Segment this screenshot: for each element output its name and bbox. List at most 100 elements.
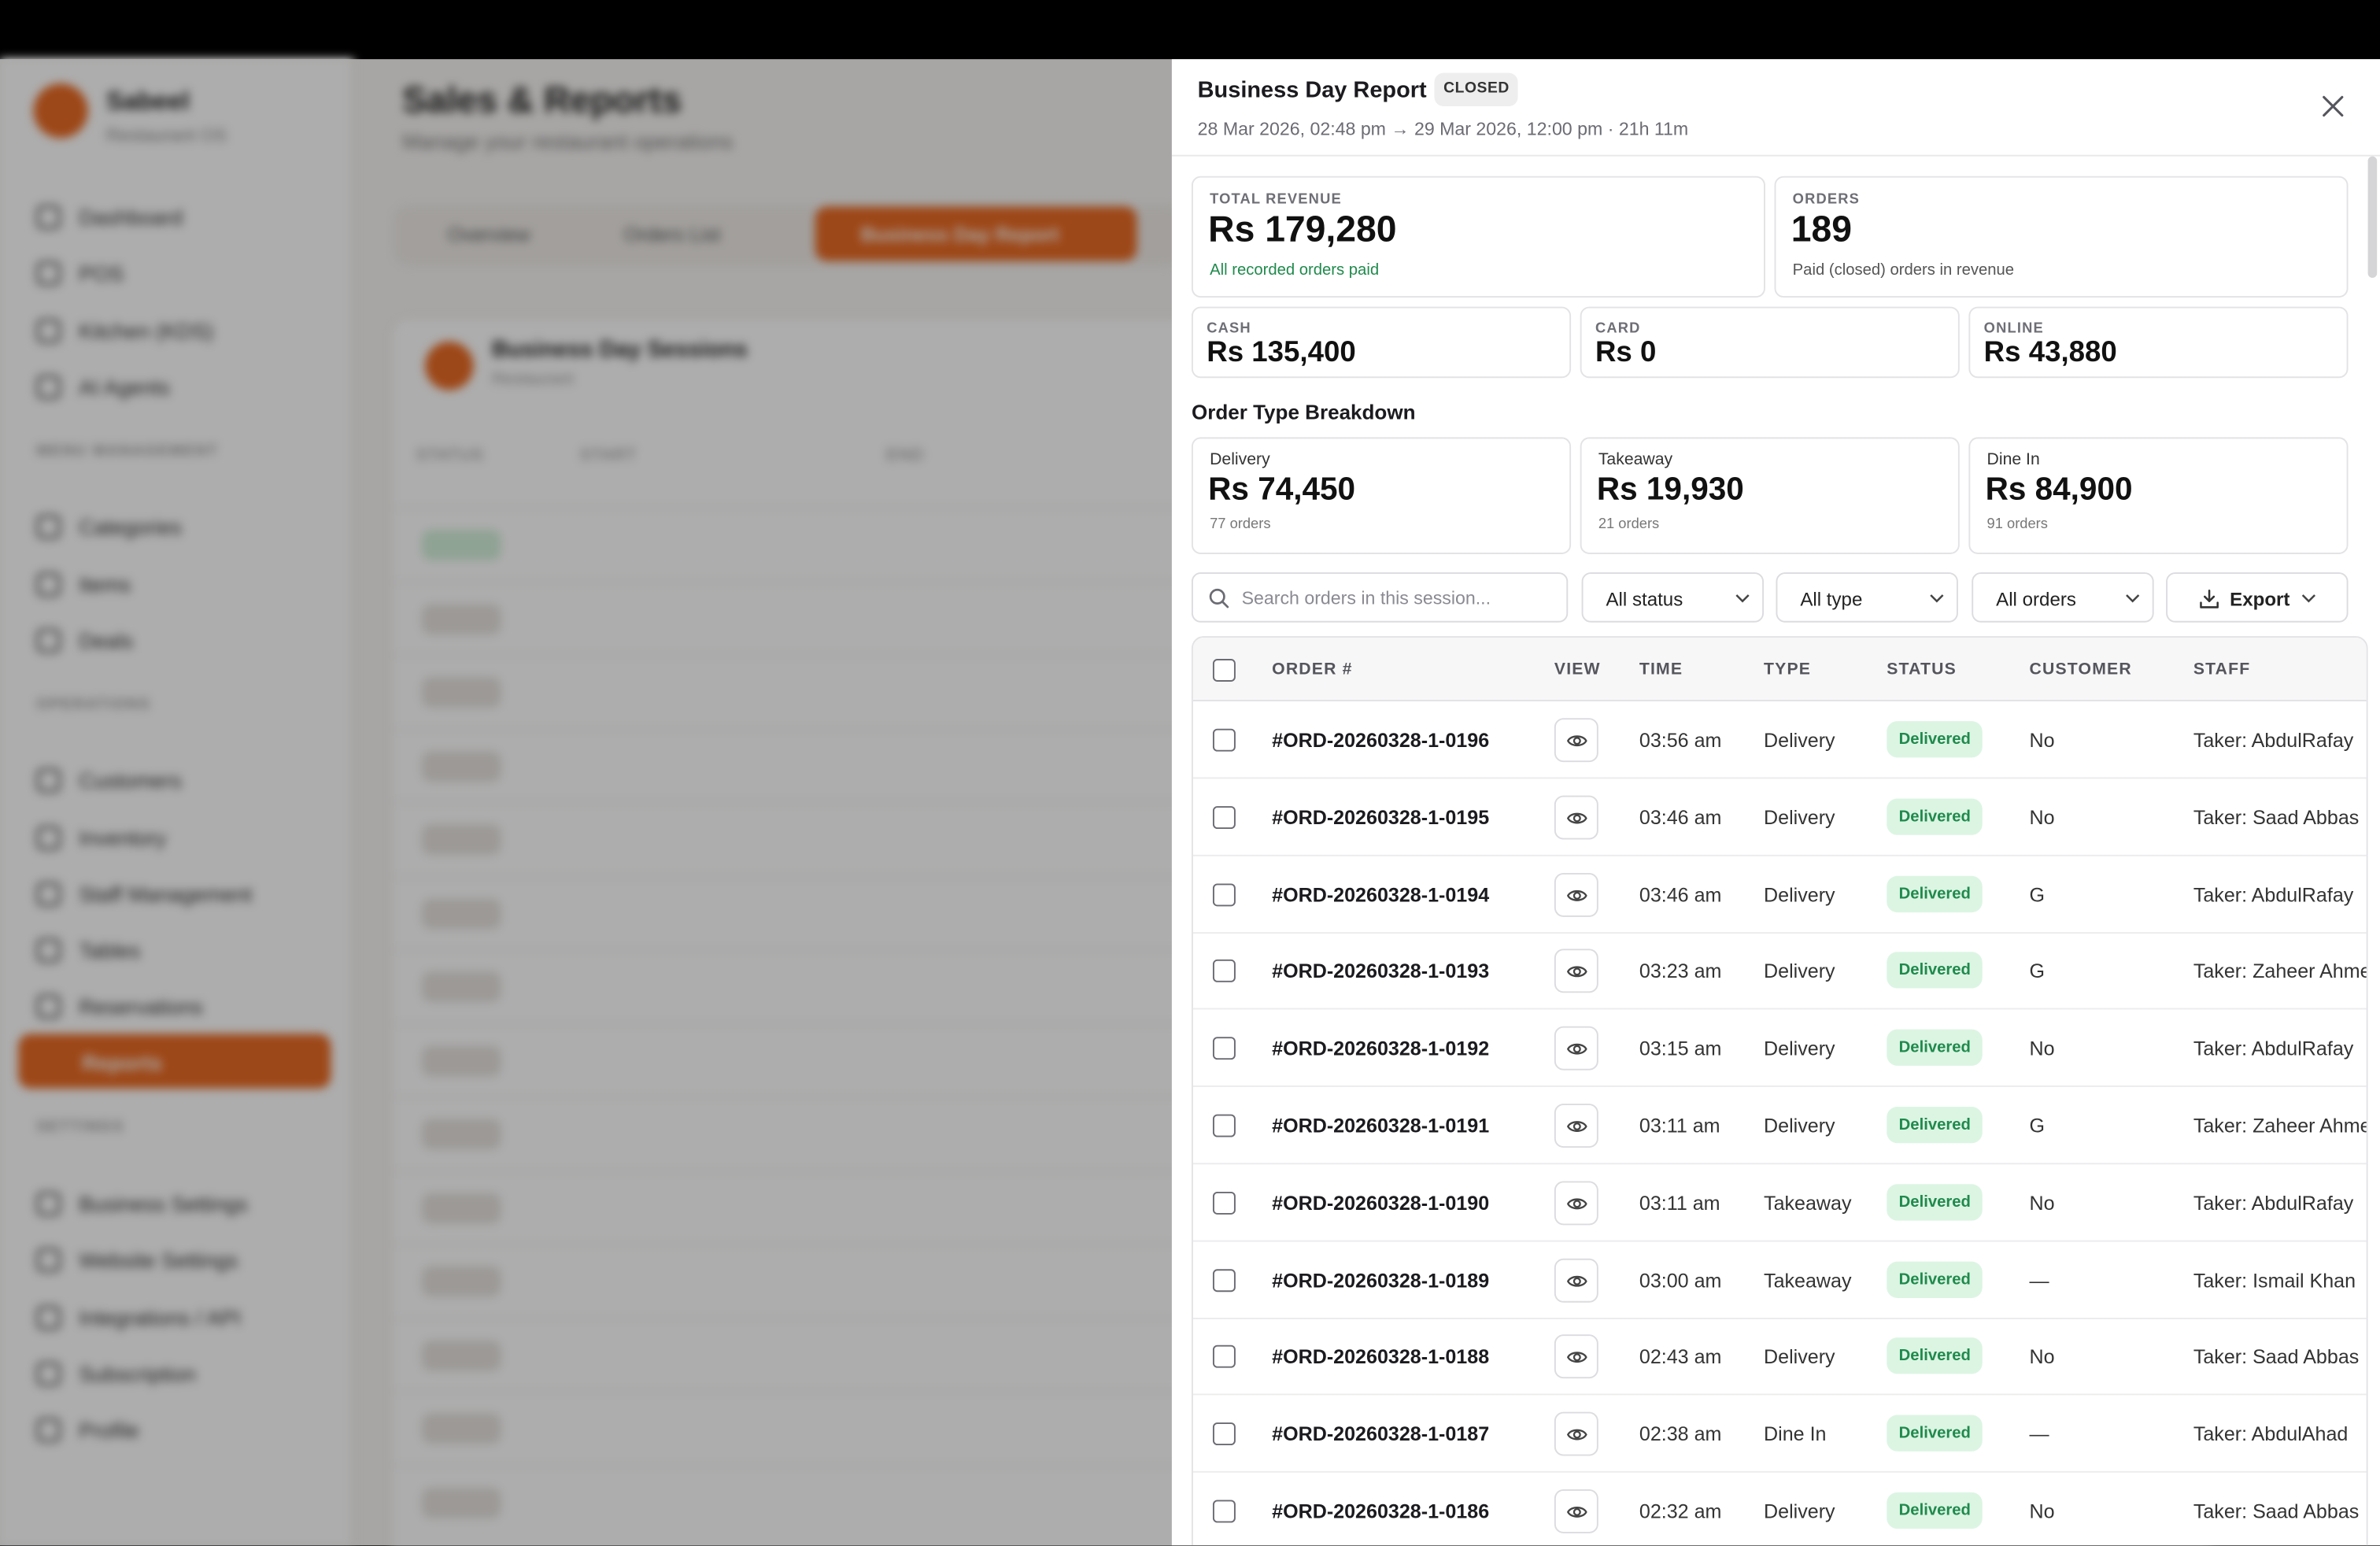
order-number: #ORD-20260328-1-0194 <box>1272 882 1490 906</box>
table-row[interactable]: #ORD-20260328-1-0195 03:46 am Delivery Deli… <box>1192 779 2367 856</box>
status-filter-select[interactable]: All status <box>1581 572 1765 623</box>
order-status-badge: Delivered <box>1887 721 1983 758</box>
eye-icon <box>1566 1198 1587 1209</box>
view-order-button[interactable] <box>1554 1489 1598 1533</box>
session-range: 28 Mar 2026, 02:48 pm → 29 Mar 2026, 12:… <box>1197 118 1689 140</box>
eye-icon <box>1566 735 1587 747</box>
row-checkbox[interactable] <box>1212 1114 1236 1137</box>
panel-scrollbar-thumb[interactable] <box>2367 156 2378 278</box>
order-type: Delivery <box>1764 728 1835 752</box>
card-payment-value: Rs 0 <box>1595 337 1657 369</box>
table-row[interactable]: #ORD-20260328-1-0194 03:46 am Delivery Deli… <box>1192 856 2367 934</box>
order-status-badge: Delivered <box>1887 1260 1983 1298</box>
order-staff: Taker: Saad Abbas <box>2193 1500 2360 1523</box>
orders-filter-select[interactable]: All orders <box>1972 572 2154 623</box>
view-order-button[interactable] <box>1554 1181 1598 1225</box>
type-filter-value: All type <box>1800 589 1863 611</box>
table-row[interactable]: #ORD-20260328-1-0196 03:56 am Delivery Deli… <box>1192 701 2367 779</box>
table-row[interactable]: #ORD-20260328-1-0193 03:23 am Delivery Deli… <box>1192 933 2367 1011</box>
order-type-breakdown-title: Order Type Breakdown <box>1191 401 1416 424</box>
eye-icon <box>1566 1429 1587 1441</box>
row-checkbox[interactable] <box>1212 1037 1236 1060</box>
view-order-button[interactable] <box>1554 1411 1598 1456</box>
chevron-down-icon <box>2301 594 2316 603</box>
order-time: 03:46 am <box>1639 805 1722 829</box>
eye-icon <box>1566 967 1587 978</box>
order-status-badge: Delivered <box>1887 1492 1983 1529</box>
order-status-badge: Delivered <box>1887 798 1983 835</box>
order-customer: No <box>2029 1500 2055 1523</box>
cash-label: CASH <box>1207 320 1251 338</box>
order-status-badge: Delivered <box>1887 1337 1983 1375</box>
chevron-down-icon <box>2126 594 2140 603</box>
table-row[interactable]: #ORD-20260328-1-0188 02:43 am Delivery Deli… <box>1192 1319 2367 1396</box>
row-checkbox[interactable] <box>1212 1268 1236 1292</box>
breakdown-dinein-count: 91 orders <box>1986 516 2048 533</box>
order-status-badge: Delivered <box>1887 1183 1983 1221</box>
order-number: #ORD-20260328-1-0190 <box>1272 1191 1490 1215</box>
view-order-button[interactable] <box>1554 1334 1598 1379</box>
view-order-button[interactable] <box>1554 795 1598 840</box>
order-number: #ORD-20260328-1-0196 <box>1272 728 1490 752</box>
view-order-button[interactable] <box>1554 718 1598 763</box>
order-customer: — <box>2029 1422 2049 1446</box>
order-time: 03:56 am <box>1639 728 1722 752</box>
order-customer: G <box>2029 882 2046 906</box>
order-number: #ORD-20260328-1-0187 <box>1272 1422 1490 1446</box>
order-customer: No <box>2029 1191 2055 1215</box>
breakdown-takeaway-count: 21 orders <box>1598 516 1660 533</box>
order-time: 03:11 am <box>1639 1114 1720 1137</box>
order-type: Delivery <box>1764 882 1835 906</box>
card-payment-card: CARD Rs 0 <box>1580 306 1960 379</box>
row-checkbox[interactable] <box>1212 1500 1236 1523</box>
row-checkbox[interactable] <box>1212 882 1236 906</box>
table-row[interactable]: #ORD-20260328-1-0192 03:15 am Delivery Deli… <box>1192 1010 2367 1088</box>
view-order-button[interactable] <box>1554 949 1598 994</box>
table-row[interactable]: #ORD-20260328-1-0190 03:11 am Takeaway Deli… <box>1192 1164 2367 1242</box>
view-order-button[interactable] <box>1554 1258 1598 1302</box>
order-type: Dine In <box>1764 1422 1827 1446</box>
row-checkbox[interactable] <box>1212 1191 1236 1215</box>
view-order-button[interactable] <box>1554 1026 1598 1071</box>
header-view: VIEW <box>1554 660 1601 679</box>
row-checkbox[interactable] <box>1212 805 1236 829</box>
select-all-checkbox[interactable] <box>1212 659 1236 682</box>
view-order-button[interactable] <box>1554 872 1598 917</box>
status-badge: CLOSED <box>1434 72 1519 107</box>
table-row[interactable]: #ORD-20260328-1-0189 03:00 am Takeaway Deli… <box>1192 1241 2367 1319</box>
type-filter-select[interactable]: All type <box>1776 572 1958 623</box>
table-row[interactable]: #ORD-20260328-1-0191 03:11 am Delivery Deli… <box>1192 1087 2367 1165</box>
breakdown-takeaway-value: Rs 19,930 <box>1596 472 1744 508</box>
row-checkbox[interactable] <box>1212 1345 1236 1369</box>
chevron-down-icon <box>1735 594 1750 603</box>
row-checkbox[interactable] <box>1212 960 1236 983</box>
order-customer: G <box>2029 960 2046 983</box>
order-number: #ORD-20260328-1-0193 <box>1272 960 1490 983</box>
search-input[interactable] <box>1241 584 1553 612</box>
order-customer: — <box>2029 1268 2049 1292</box>
table-row[interactable]: #ORD-20260328-1-0186 02:32 am Delivery Deli… <box>1193 1473 2367 1546</box>
breakdown-takeaway-name: Takeaway <box>1598 450 1673 469</box>
view-order-button[interactable] <box>1554 1104 1598 1148</box>
export-button[interactable]: Export <box>2166 572 2349 623</box>
order-number: #ORD-20260328-1-0195 <box>1272 805 1490 829</box>
order-staff: Taker: Saad Abbas <box>2193 1345 2360 1369</box>
header-customer: CUSTOMER <box>2029 660 2132 679</box>
table-row[interactable]: #ORD-20260328-1-0187 02:38 am Dine In Deliv… <box>1192 1396 2367 1474</box>
online-value: Rs 43,880 <box>1983 337 2117 369</box>
search-icon <box>1209 588 1229 608</box>
eye-icon <box>1566 890 1587 901</box>
breakdown-dinein-name: Dine In <box>1986 450 2040 469</box>
breakdown-delivery-count: 77 orders <box>1210 516 1271 533</box>
order-number: #ORD-20260328-1-0188 <box>1272 1345 1490 1369</box>
export-label: Export <box>2230 589 2290 611</box>
order-type: Delivery <box>1764 1037 1835 1060</box>
order-customer: G <box>2029 1114 2046 1137</box>
order-status-badge: Delivered <box>1887 875 1983 912</box>
card-payment-label: CARD <box>1595 320 1641 338</box>
row-checkbox[interactable] <box>1212 1422 1236 1446</box>
order-type: Delivery <box>1764 1500 1835 1523</box>
order-time: 03:15 am <box>1639 1037 1722 1060</box>
close-icon[interactable] <box>2321 94 2345 119</box>
row-checkbox[interactable] <box>1212 728 1236 752</box>
